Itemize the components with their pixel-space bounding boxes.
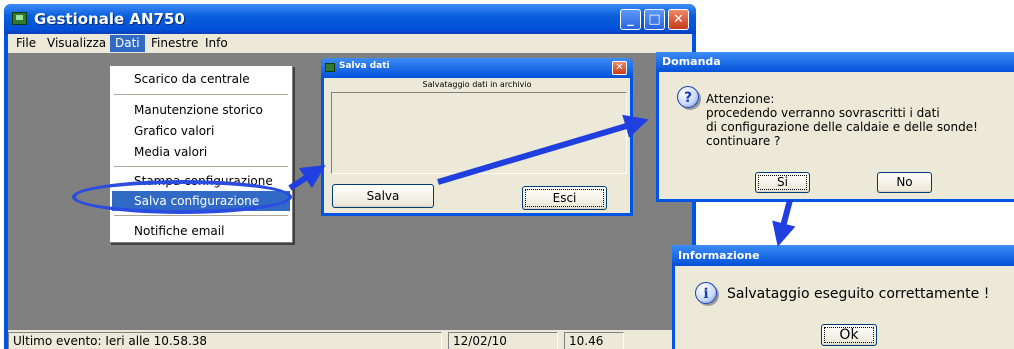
arrow-salva-to-domanda — [437, 114, 649, 185]
flow-arrows — [288, 114, 796, 247]
arrow-menu-to-salva — [288, 165, 326, 191]
arrow-domanda-to-info — [772, 199, 796, 247]
